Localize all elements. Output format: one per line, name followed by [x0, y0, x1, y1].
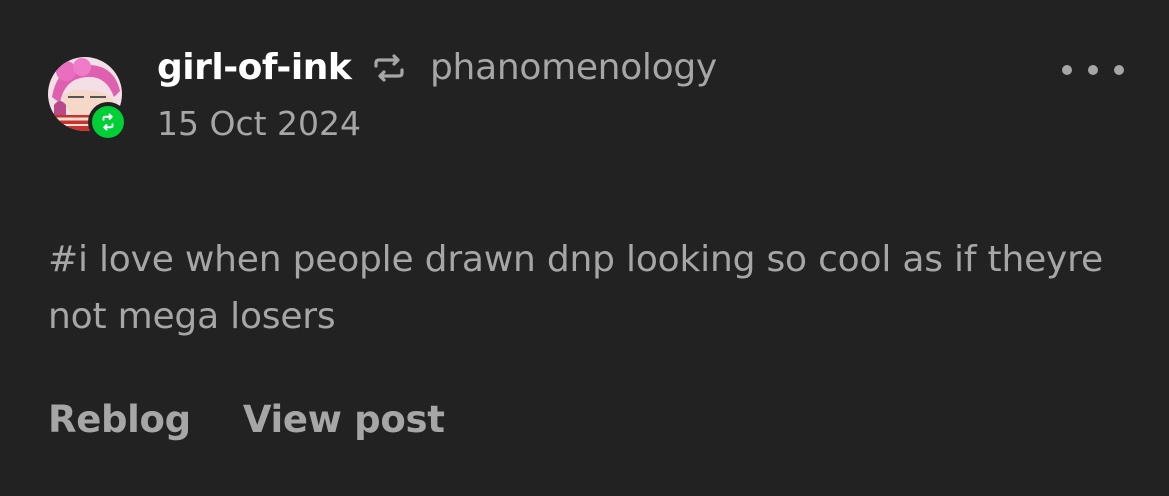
- reblog-arrows-icon: [372, 54, 406, 82]
- username-link[interactable]: girl-of-ink: [157, 46, 352, 90]
- reblog-badge: [88, 102, 128, 142]
- more-options-icon-dot: [1062, 65, 1072, 75]
- more-options-icon-dot: [1088, 65, 1098, 75]
- reblog-button[interactable]: Reblog: [48, 394, 191, 446]
- post-actions: Reblog View post: [48, 394, 445, 446]
- more-options-icon-dot: [1114, 65, 1124, 75]
- post-tags[interactable]: #i love when people drawn dnp looking so…: [48, 231, 1138, 345]
- view-post-button[interactable]: View post: [243, 394, 445, 446]
- post-date: 15 Oct 2024: [157, 104, 362, 143]
- post-card: girl-of-ink phanomenology 15 Oct 2024 #i…: [0, 0, 1169, 496]
- more-options-button[interactable]: [1058, 56, 1128, 84]
- source-username-link[interactable]: phanomenology: [430, 46, 717, 90]
- reblog-badge-icon: [92, 106, 124, 138]
